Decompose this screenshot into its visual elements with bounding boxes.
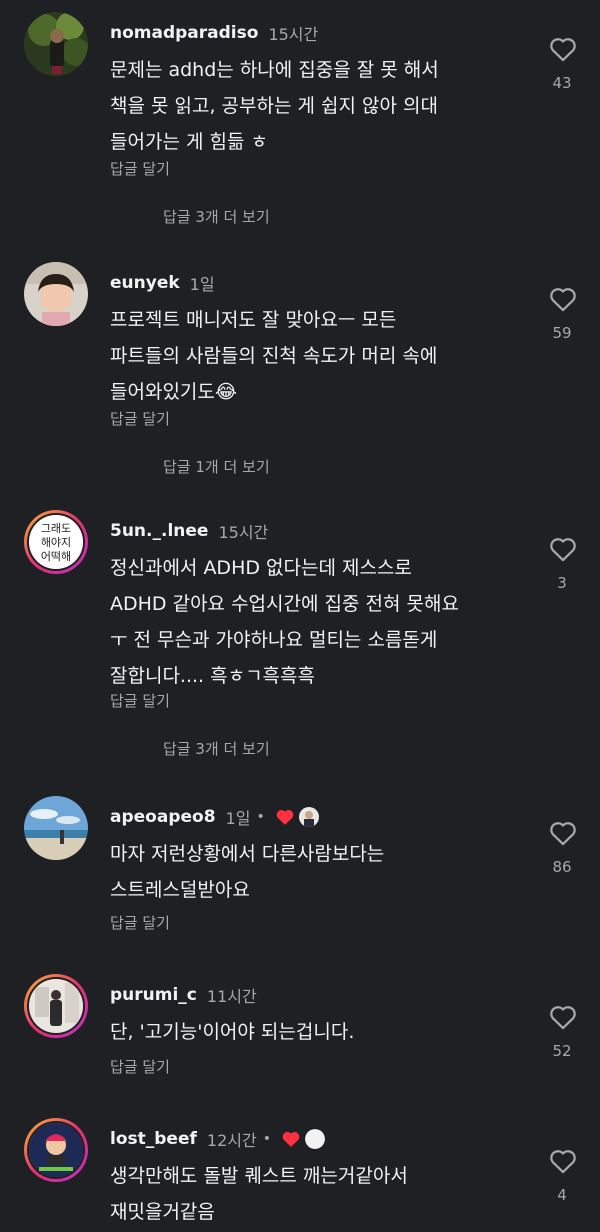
comment-meta: nomadparadiso 15시간: [110, 20, 318, 46]
reply-button[interactable]: 답글 달기: [110, 690, 170, 711]
timestamp: 11시간: [206, 987, 257, 1006]
comment-item: purumi_c 11시간 단, '고기능'이어야 되는겁니다. 답글 달기 5…: [0, 974, 600, 1094]
timestamp: 1일: [189, 275, 215, 294]
view-replies-button[interactable]: 답글 3개 더 보기: [163, 738, 270, 759]
comment-meta: eunyek 1일: [110, 270, 215, 296]
avatar-image: 그래도 해야지 어떡해: [27, 513, 85, 571]
like-count: 3: [557, 574, 567, 592]
username[interactable]: purumi_c: [110, 985, 197, 1005]
separator-dot: •: [256, 809, 265, 825]
heart-outline-icon[interactable]: [549, 820, 577, 846]
creator-heart-icon: [282, 1132, 300, 1147]
like-count: 59: [552, 324, 572, 342]
creator-avatar: [298, 807, 319, 827]
comment-text: 생각만해도 돌발 퀘스트 깨는거같아서 재밋을거같음: [110, 1165, 408, 1223]
heart-outline-icon[interactable]: [549, 286, 577, 312]
creator-heart-icon: [276, 810, 294, 825]
username[interactable]: apeoapeo8: [110, 807, 216, 827]
username[interactable]: nomadparadiso: [110, 23, 258, 43]
comment-item: eunyek 1일 프로젝트 매니저도 잘 맞아요ㅡ 모든 파트들의 사람들의 …: [0, 262, 600, 482]
comment-meta: apeoapeo8 1일 •: [110, 804, 319, 830]
reply-button[interactable]: 답글 달기: [110, 912, 170, 933]
avatar-caption: 어떡해: [41, 549, 71, 563]
avatar[interactable]: [24, 796, 88, 860]
avatar[interactable]: [24, 262, 88, 326]
comment-item: nomadparadiso 15시간 문제는 adhd는 하나에 집중을 잘 못…: [0, 12, 600, 232]
comment-text: 단, '고기능'이어야 되는겁니다.: [110, 1021, 355, 1043]
reply-button[interactable]: 답글 달기: [110, 408, 170, 429]
avatar-image: [27, 1121, 85, 1179]
comment-text: 정신과에서 ADHD 없다는데 제스스로 ADHD 같아요 수업시간에 집중 전…: [110, 557, 459, 687]
avatar[interactable]: [24, 12, 88, 76]
like-count: 52: [552, 1042, 572, 1060]
view-replies-button[interactable]: 답글 1개 더 보기: [163, 456, 270, 477]
avatar-caption: 해야지: [41, 535, 71, 549]
like-count: 4: [557, 1186, 567, 1204]
reply-button[interactable]: 답글 달기: [110, 158, 170, 179]
timestamp: 15시간: [218, 523, 269, 542]
username[interactable]: lost_beef: [110, 1129, 197, 1149]
avatar[interactable]: [24, 974, 88, 1038]
comment-meta: purumi_c 11시간: [110, 982, 257, 1008]
comment-text: 마자 저런상황에서 다른사람보다는 스트레스덜받아요: [110, 843, 385, 901]
avatar[interactable]: 그래도 해야지 어떡해: [24, 510, 88, 574]
timestamp: 12시간: [206, 1131, 257, 1150]
reply-button[interactable]: 답글 달기: [110, 1056, 170, 1077]
comment-item: 그래도 해야지 어떡해 5un._.lnee 15시간 정신과에서 ADHD 없…: [0, 510, 600, 770]
comment-meta: lost_beef 12시간 •: [110, 1126, 325, 1152]
heart-outline-icon[interactable]: [549, 1004, 577, 1030]
heart-outline-icon[interactable]: [549, 1148, 577, 1174]
heart-outline-icon[interactable]: [549, 536, 577, 562]
timestamp: 1일: [225, 809, 251, 828]
comment-text: 프로젝트 매니저도 잘 맞아요ㅡ 모든 파트들의 사람들의 진척 속도가 머리 …: [110, 309, 438, 403]
creator-avatar: [304, 1129, 325, 1149]
like-count: 43: [552, 74, 572, 92]
avatar-caption: 그래도: [41, 522, 71, 535]
comment-item: lost_beef 12시간 • 생각만해도 돌발 퀘스트 깨는거같아서 재밋을…: [0, 1118, 600, 1232]
avatar-image: [27, 977, 85, 1035]
comment-text: 문제는 adhd는 하나에 집중을 잘 못 해서 책을 못 읽고, 공부하는 게…: [110, 59, 439, 153]
like-count: 86: [552, 858, 572, 876]
comment-item: apeoapeo8 1일 • 마자 저런상황에서 다른사람보다는 스트레스덜받아…: [0, 796, 600, 946]
heart-outline-icon[interactable]: [549, 36, 577, 62]
username[interactable]: 5un._.lnee: [110, 521, 208, 541]
separator-dot: •: [262, 1131, 271, 1147]
username[interactable]: eunyek: [110, 273, 180, 293]
comment-meta: 5un._.lnee 15시간: [110, 518, 268, 544]
avatar[interactable]: [24, 1118, 88, 1182]
view-replies-button[interactable]: 답글 3개 더 보기: [163, 206, 270, 227]
timestamp: 15시간: [268, 25, 319, 44]
